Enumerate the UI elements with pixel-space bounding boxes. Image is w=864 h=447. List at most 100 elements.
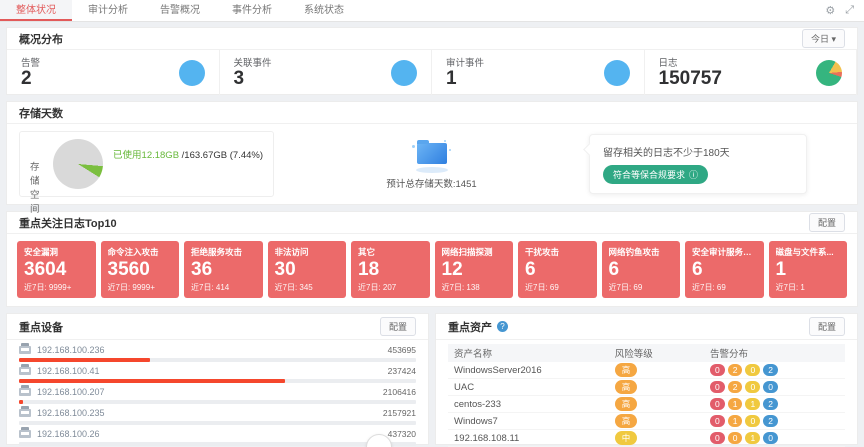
asset-name: 192.168.108.11: [448, 433, 615, 444]
device-row[interactable]: 192.168.100.235 2157921: [19, 404, 416, 425]
storage-used-value: 已使用12.18GB: [113, 150, 179, 161]
asset-row[interactable]: Windows7 高 0 1 0 2: [448, 413, 845, 430]
stat-label: 告警: [21, 55, 40, 69]
log-category-recent: 近7日: 345: [275, 282, 340, 293]
storage-days-block: 预计总存储天数:1451: [274, 139, 589, 190]
overview-stats: 告警 2 关联事件 3: [7, 50, 857, 95]
stat-card[interactable]: 审计事件 1: [432, 50, 645, 95]
asset-row[interactable]: WindowsServer2016 高 0 2 0 2: [448, 362, 845, 379]
asset-risk-cell: 中: [615, 431, 710, 445]
device-row[interactable]: 192.168.100.26 437320: [19, 425, 416, 446]
alert-badge-high: 2: [728, 364, 743, 376]
top10-config-button[interactable]: 配置: [809, 213, 845, 232]
stat-label: 日志: [659, 55, 722, 69]
nav-tab[interactable]: 审计分析: [72, 0, 144, 21]
log-category-count: 6: [609, 258, 674, 282]
alert-badge-low: 2: [763, 398, 778, 410]
fullscreen-icon[interactable]: ⤢: [845, 4, 854, 17]
bottom-row: 重点设备 配置 192.168.100.236 453695: [6, 313, 858, 445]
stat-card[interactable]: 关联事件 3: [220, 50, 433, 95]
device-ip: 192.168.100.26: [37, 429, 100, 439]
asset-row[interactable]: centos-233 高 0 1 1 2: [448, 396, 845, 413]
log-category-name: 磁盘与文件系...: [776, 246, 841, 258]
device-icon: [19, 409, 31, 417]
log-category-name: 网络钓鱼攻击: [609, 246, 674, 258]
dashboard-page: 整体状况 审计分析 告警概况 事件分析 系统状态 ⚙ ⤢ 概况分布 今日 ▾: [0, 0, 864, 447]
log-category-card[interactable]: 安全审计服务攻击 6 近7日: 69: [685, 241, 764, 298]
stat-circle-icon: [179, 60, 205, 86]
asset-row[interactable]: UAC 高 0 2 0 0: [448, 379, 845, 396]
alert-badge-critical: 0: [710, 398, 725, 410]
device-row[interactable]: 192.168.100.41 237424: [19, 362, 416, 383]
alert-badge-medium: 1: [745, 432, 760, 444]
compliance-badge-button[interactable]: 符合等保合规要求 ⓘ: [603, 165, 708, 184]
device-row[interactable]: 192.168.100.236 453695: [19, 341, 416, 362]
risk-badge: 高: [615, 380, 638, 394]
log-category-count: 18: [358, 258, 423, 282]
nav-tab[interactable]: 系统状态: [288, 0, 360, 21]
asset-name: Windows7: [448, 416, 615, 427]
log-category-name: 安全审计服务攻击: [692, 246, 757, 258]
assets-table: 资产名称 风险等级 告警分布 WindowsServer2016 高: [436, 340, 857, 447]
alert-badge-high: 2: [728, 381, 743, 393]
stat-circle-icon: [391, 60, 417, 86]
asset-risk-cell: 高: [615, 414, 710, 428]
top10-header: 重点关注日志Top10 配置: [7, 212, 857, 234]
stat-card[interactable]: 告警 2: [7, 50, 220, 95]
asset-row[interactable]: 192.168.108.11 中 0 0 1 0: [448, 430, 845, 447]
log-category-recent: 近7日: 9999+: [108, 282, 173, 293]
asset-name: UAC: [448, 382, 615, 393]
compliance-tip-text: 留存相关的日志不少于180天: [603, 144, 793, 159]
nav-tab[interactable]: 事件分析: [216, 0, 288, 21]
device-ip: 192.168.100.236: [37, 345, 105, 355]
asset-name: centos-233: [448, 399, 615, 410]
log-category-recent: 近7日: 138: [442, 282, 507, 293]
overview-panel: 概况分布 今日 ▾ 告警 2: [6, 27, 858, 95]
gear-icon[interactable]: ⚙: [825, 4, 835, 17]
log-category-card[interactable]: 干扰攻击 6 近7日: 69: [518, 241, 597, 298]
log-category-card[interactable]: 命令注入攻击 3560 近7日: 9999+: [101, 241, 180, 298]
assets-table-header: 资产名称 风险等级 告警分布: [448, 344, 845, 362]
risk-badge: 中: [615, 431, 638, 445]
nav-tab[interactable]: 告警概况: [144, 0, 216, 21]
nav-tab[interactable]: 整体状况: [0, 0, 72, 21]
alert-badge-critical: 0: [710, 432, 725, 444]
storage-header: 存储天数: [7, 102, 857, 124]
stat-value: 2: [21, 69, 40, 90]
device-icon: [19, 388, 31, 396]
date-range-dropdown[interactable]: 今日 ▾: [802, 29, 845, 48]
log-category-count: 6: [692, 258, 757, 282]
device-row[interactable]: 192.168.100.207 2106416: [19, 383, 416, 404]
help-icon[interactable]: ?: [497, 321, 508, 332]
storage-space-card: 存储空间 已使用12.18GB /163.67GB (7.44%): [19, 131, 274, 197]
asset-dist-cell: 0 2 0 0: [710, 381, 845, 393]
asset-risk-cell: 高: [615, 380, 710, 394]
log-category-card[interactable]: 非法访问 30 近7日: 345: [268, 241, 347, 298]
overview-header: 概况分布 今日 ▾: [7, 28, 857, 50]
log-category-recent: 近7日: 69: [609, 282, 674, 293]
log-category-card[interactable]: 磁盘与文件系... 1 近7日: 1: [769, 241, 848, 298]
asset-dist-cell: 0 0 1 0: [710, 432, 845, 444]
devices-config-button[interactable]: 配置: [380, 317, 416, 336]
info-icon: ⓘ: [689, 168, 698, 181]
log-category-count: 36: [191, 258, 256, 282]
log-category-card[interactable]: 安全漏洞 3604 近7日: 9999+: [17, 241, 96, 298]
stat-card[interactable]: 日志 150757: [645, 50, 858, 95]
assets-header: 重点资产 ? 配置: [436, 314, 857, 340]
log-category-card[interactable]: 网络扫描探测 12 近7日: 138: [435, 241, 514, 298]
compliance-tip-card: 留存相关的日志不少于180天 符合等保合规要求 ⓘ: [589, 134, 807, 194]
asset-name: WindowsServer2016: [448, 365, 615, 376]
log-category-count: 30: [275, 258, 340, 282]
device-log-count: 2106416: [383, 387, 416, 397]
log-category-count: 3604: [24, 258, 89, 282]
log-category-card[interactable]: 拒绝服务攻击 36 近7日: 414: [184, 241, 263, 298]
assets-config-button[interactable]: 配置: [809, 317, 845, 336]
log-category-card[interactable]: 其它 18 近7日: 207: [351, 241, 430, 298]
storage-pie-chart: [53, 139, 103, 189]
log-category-card[interactable]: 网络钓鱼攻击 6 近7日: 69: [602, 241, 681, 298]
log-category-recent: 近7日: 1: [776, 282, 841, 293]
stat-text: 关联事件 3: [234, 55, 272, 90]
asset-dist-cell: 0 2 0 2: [710, 364, 845, 376]
column-asset-name: 资产名称: [448, 346, 615, 360]
alert-badge-high: 0: [728, 432, 743, 444]
